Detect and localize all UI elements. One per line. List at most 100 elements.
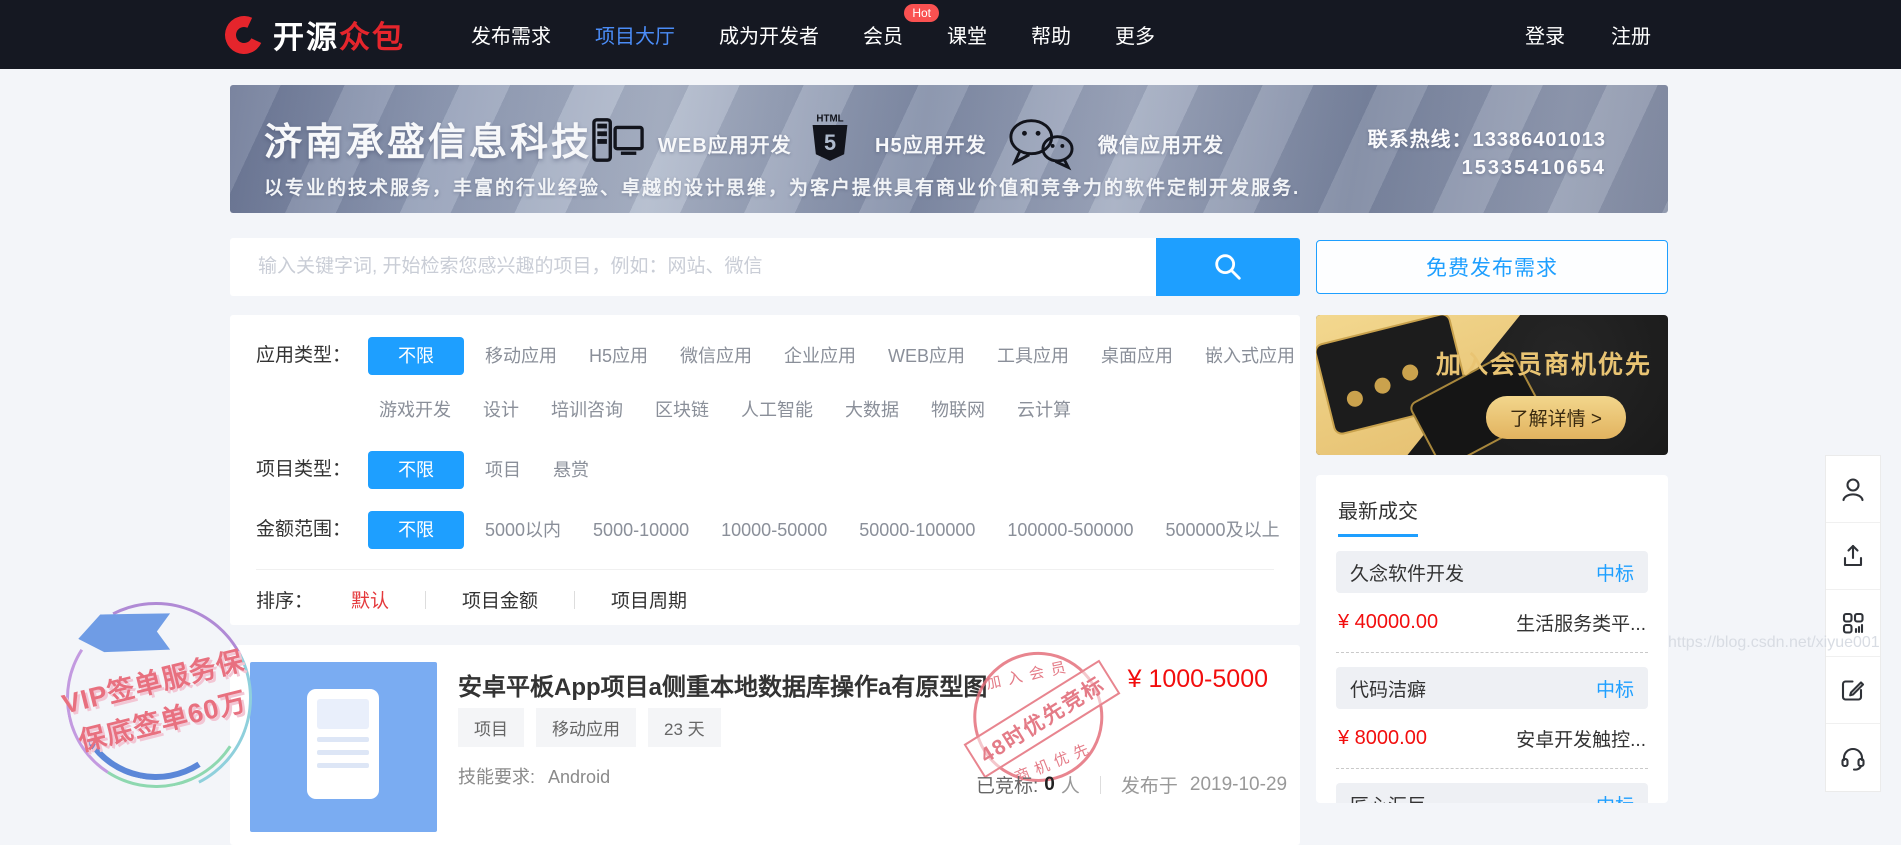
deal-status-link[interactable]: 中标: [1596, 675, 1634, 702]
logo-text-white: 开源: [273, 20, 339, 55]
login-link[interactable]: 登录: [1525, 20, 1565, 49]
logo-text-red: 众包: [339, 20, 405, 55]
sort-option-default[interactable]: 默认: [351, 586, 389, 613]
watermark: https://blog.csdn.net/xiyue001: [1668, 634, 1880, 651]
nav-item-classroom[interactable]: 课堂: [947, 20, 987, 49]
sort-separator: [574, 590, 576, 609]
filter-option-amount-unlimited[interactable]: 不限: [368, 511, 464, 549]
deal-row[interactable]: 久念软件开发 中标: [1336, 551, 1648, 593]
nav-item-member[interactable]: 会员 Hot: [863, 4, 939, 49]
filter-option-amount-50000-100000[interactable]: 50000-100000: [848, 511, 986, 549]
bids-count: 0: [1044, 773, 1055, 795]
sort-option-period[interactable]: 项目周期: [611, 586, 687, 613]
search-button[interactable]: [1156, 238, 1300, 296]
meta-separator: [1099, 775, 1101, 794]
filter-option-ai[interactable]: 人工智能: [730, 391, 824, 429]
hotline-number: 联系热线：13386401013: [1367, 129, 1606, 151]
nav-item-become-developer[interactable]: 成为开发者: [719, 20, 819, 49]
filter-option-blockchain[interactable]: 区块链: [644, 391, 720, 429]
floating-side-toolbar: [1825, 455, 1881, 792]
filter-option-tool-app[interactable]: 工具应用: [986, 337, 1080, 375]
latest-deals-panel: 最新成交 久念软件开发 中标 ¥ 40000.00 生活服务类平... 代码洁癖…: [1316, 475, 1668, 803]
user-icon[interactable]: [1826, 456, 1880, 523]
wechat-icon: [1009, 119, 1074, 171]
auth-links: 登录 注册: [1525, 20, 1651, 49]
filter-option-amount-10000-50000[interactable]: 10000-50000: [710, 511, 838, 549]
nav-menu: 发布需求 项目大厅 成为开发者 会员 Hot 课堂 帮助 更多: [471, 4, 1155, 49]
filter-option-training[interactable]: 培训咨询: [540, 391, 634, 429]
project-price: ¥ 1000-5000: [1127, 665, 1268, 693]
deal-detail-row: ¥ 8000.00 安卓开发触控...: [1338, 725, 1646, 752]
filter-option-embedded-app[interactable]: 嵌入式应用: [1194, 337, 1306, 375]
vip-promo-badge[interactable]: VIP签单服务保 保底签单60万: [35, 577, 277, 819]
nav-item-more[interactable]: 更多: [1115, 20, 1155, 49]
filter-option-desktop-app[interactable]: 桌面应用: [1090, 337, 1184, 375]
project-tag-duration: 23 天: [648, 708, 721, 747]
published-date: 2019-10-29: [1189, 773, 1288, 795]
service-label-web: WEB应用开发: [658, 135, 792, 157]
filter-option-cloud[interactable]: 云计算: [1006, 391, 1082, 429]
bids-label: 已竞标:: [976, 776, 1039, 797]
filter-option-ptype-reward[interactable]: 悬赏: [542, 451, 600, 489]
member-banner-title: 加入会员商机优先: [1435, 351, 1652, 379]
filter-option-design[interactable]: 设计: [472, 391, 530, 429]
filter-option-amount-500000plus[interactable]: 500000及以上: [1155, 511, 1291, 549]
filter-option-bigdata[interactable]: 大数据: [834, 391, 910, 429]
latest-deals-header: 最新成交: [1338, 495, 1418, 537]
monitor-icon: [592, 118, 644, 162]
filter-option-game-dev[interactable]: 游戏开发: [368, 391, 462, 429]
deal-row[interactable]: 代码洁癖 中标: [1336, 667, 1648, 709]
promo-banner[interactable]: 济南承盛信息科技 以专业的技术服务，丰富的行业经验、卓越的设计思维，为客户提供具…: [230, 85, 1668, 213]
headset-icon[interactable]: [1826, 724, 1880, 791]
deal-description: 安卓开发触控...: [1516, 730, 1646, 751]
deal-description: 生活服务类平...: [1516, 614, 1646, 635]
filter-option-amount-under5000[interactable]: 5000以内: [474, 511, 572, 549]
edit-icon[interactable]: [1826, 657, 1880, 724]
nav-item-publish[interactable]: 发布需求: [471, 20, 551, 49]
deal-status-link[interactable]: 中标: [1596, 791, 1634, 804]
member-banner-cta-button[interactable]: 了解详情 >: [1485, 396, 1626, 439]
member-promo-banner[interactable]: 加入会员商机优先 了解详情 >: [1316, 315, 1668, 455]
filter-option-web-app[interactable]: WEB应用: [877, 337, 976, 375]
sort-option-amount[interactable]: 项目金额: [462, 586, 538, 613]
sort-separator: [425, 590, 427, 609]
nav-item-member-label: 会员: [863, 26, 903, 48]
filter-option-wechat-app[interactable]: 微信应用: [669, 337, 763, 375]
service-label-wechat: 微信应用开发: [1098, 135, 1224, 157]
project-tag-category: 移动应用: [536, 708, 636, 747]
banner-subtitle: 以专业的技术服务，丰富的行业经验、卓越的设计思维，为客户提供具有商业价值和竞争力…: [264, 178, 1301, 199]
nav-item-help[interactable]: 帮助: [1031, 20, 1071, 49]
nav-item-project-hall[interactable]: 项目大厅: [595, 20, 675, 49]
filter-panel: 应用类型： 不限 移动应用 H5应用 微信应用 企业应用 WEB应用 工具应用 …: [230, 315, 1300, 625]
hot-badge: Hot: [904, 4, 939, 22]
filter-option-ptype-project[interactable]: 项目: [474, 451, 532, 489]
filter-option-app-unlimited[interactable]: 不限: [368, 337, 464, 375]
deal-row[interactable]: 匠心汇巨 中标: [1336, 783, 1648, 803]
filter-divider: [256, 569, 1274, 570]
project-title[interactable]: 安卓平板App项目a侧重本地数据库操作a有原型图: [458, 667, 987, 702]
top-navbar: 开源 众包 发布需求 项目大厅 成为开发者 会员 Hot 课堂 帮助 更多 登录…: [0, 0, 1901, 69]
filter-label-app-type: 应用类型：: [256, 345, 352, 366]
svg-text:5: 5: [824, 130, 836, 155]
project-thumbnail[interactable]: [250, 662, 437, 832]
hotline-number-2: 15335410654: [1461, 157, 1606, 179]
register-link[interactable]: 注册: [1611, 20, 1651, 49]
filter-option-iot[interactable]: 物联网: [920, 391, 996, 429]
filter-option-amount-5000-10000[interactable]: 5000-10000: [582, 511, 700, 549]
filter-option-h5-app[interactable]: H5应用: [578, 337, 659, 375]
logo-c-icon: [219, 10, 269, 59]
search-input[interactable]: [230, 238, 1156, 296]
service-label-h5: H5应用开发: [875, 135, 987, 157]
upload-icon[interactable]: [1826, 523, 1880, 590]
free-publish-request-button[interactable]: 免费发布需求: [1316, 240, 1668, 294]
filter-option-amount-100000-500000[interactable]: 100000-500000: [996, 511, 1144, 549]
published-label: 发布于: [1120, 776, 1178, 797]
site-logo[interactable]: 开源 众包: [219, 10, 405, 59]
deal-status-link[interactable]: 中标: [1596, 559, 1634, 586]
bids-unit: 人: [1060, 776, 1080, 797]
project-list-item: 安卓平板App项目a侧重本地数据库操作a有原型图 项目 移动应用 23 天 技能…: [230, 636, 1300, 845]
filter-option-mobile-app[interactable]: 移动应用: [474, 337, 568, 375]
deal-name: 久念软件开发: [1350, 563, 1465, 585]
filter-option-enterprise-app[interactable]: 企业应用: [773, 337, 867, 375]
filter-option-ptype-unlimited[interactable]: 不限: [368, 451, 464, 489]
